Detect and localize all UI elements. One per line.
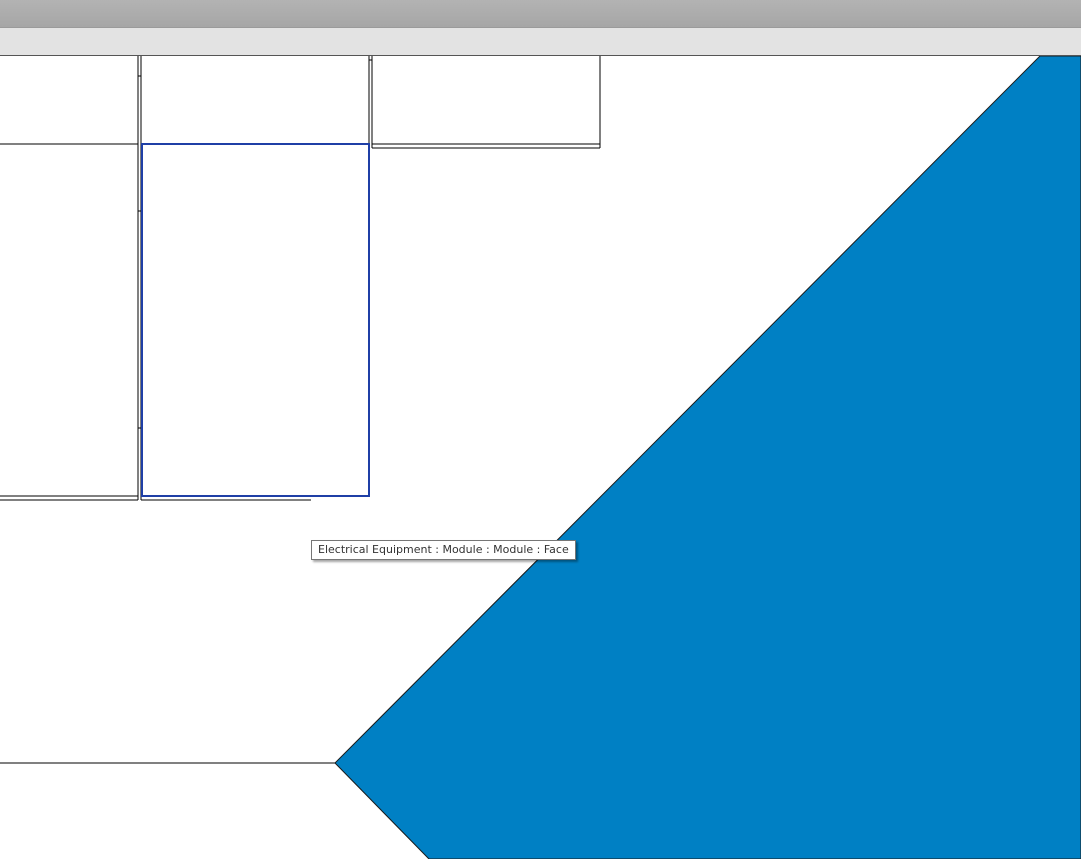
drawing-viewport[interactable]: Electrical Equipment : Module : Module :… [0, 56, 1081, 859]
tooltip-text: Electrical Equipment : Module : Module :… [318, 543, 569, 556]
window-title-bar [0, 0, 1081, 28]
module-left[interactable] [0, 56, 141, 501]
module-middle[interactable] [140, 56, 370, 501]
blue-slab-region[interactable] [334, 56, 1081, 859]
element-tooltip: Electrical Equipment : Module : Module :… [311, 540, 576, 560]
module-right[interactable] [369, 56, 601, 149]
view-tab-strip [0, 28, 1081, 56]
module-face-highlight[interactable] [141, 143, 370, 497]
drawing-canvas[interactable] [0, 56, 1081, 859]
